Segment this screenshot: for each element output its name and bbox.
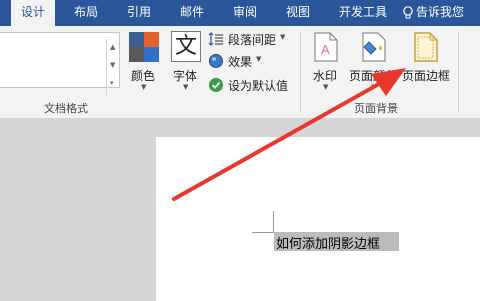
effects-icon <box>209 54 223 68</box>
effects-dropdown-icon: ▼ <box>256 55 262 63</box>
tell-me-text: 告诉我您 <box>416 5 465 19</box>
color-palette-icon <box>129 32 159 62</box>
page-color-icon <box>362 32 386 62</box>
watermark-icon: A <box>314 32 338 62</box>
watermark-button[interactable]: A 水印 ▼ <box>308 30 344 96</box>
lightbulb-icon <box>403 6 413 19</box>
svg-text:A: A <box>321 42 330 57</box>
gallery-up-icon[interactable]: ▲ <box>110 43 115 51</box>
tab-developer[interactable]: 开发工具 <box>330 0 396 26</box>
style-set-gallery[interactable]: ▲ ▼ ▾ <box>0 32 120 95</box>
ribbon-tab-bar: 设计 布局 引用 邮件 审阅 视图 开发工具 告诉我您 <box>0 0 480 26</box>
tab-view[interactable]: 视图 <box>276 0 320 26</box>
tab-references[interactable]: 引用 <box>117 0 161 26</box>
watermark-label: 水印 <box>313 69 338 83</box>
ribbon-panel: ▲ ▼ ▾ 颜色 ▼ 文 字体 ▼ 段落间距 ▼ 效果 ▼ 设为默认值 文档格式… <box>0 26 480 119</box>
font-icon: 文 <box>171 31 201 62</box>
page-borders-button[interactable]: 页面边框 <box>401 30 453 96</box>
colors-label: 颜色 <box>131 69 156 83</box>
page-color-dropdown-icon: ▼ <box>371 83 377 91</box>
page-borders-label: 页面边框 <box>402 69 451 83</box>
doc-format-group-label: 文档格式 <box>44 102 88 115</box>
baidu-watermark-url: jingyan.baidu.com <box>410 276 480 286</box>
fonts-button[interactable]: 文 字体 ▼ <box>168 30 204 96</box>
page-borders-icon <box>414 32 438 62</box>
paragraph-spacing-icon <box>208 32 223 46</box>
paragraph-spacing-button[interactable]: 段落间距 ▼ <box>208 30 290 48</box>
colors-button[interactable]: 颜色 ▼ <box>126 30 162 96</box>
tell-me-box[interactable]: 告诉我您 <box>403 0 465 26</box>
group-divider <box>300 32 301 112</box>
page-color-button[interactable]: 页面颜色 ▼ <box>348 30 400 96</box>
group-divider-right <box>458 32 459 112</box>
set-as-default-button[interactable]: 设为默认值 <box>208 76 294 94</box>
tab-layout[interactable]: 布局 <box>64 0 108 26</box>
document-text[interactable]: 如何添加阴影边框 <box>276 233 380 252</box>
paragraph-spacing-dropdown-icon: ▼ <box>280 33 286 41</box>
watermark-dropdown-icon: ▼ <box>323 83 329 91</box>
effects-button[interactable]: 效果 ▼ <box>208 52 266 70</box>
page-background-group-label: 页面背景 <box>354 102 398 115</box>
tab-design[interactable]: 设计 <box>11 0 55 26</box>
colors-dropdown-icon: ▼ <box>141 83 147 91</box>
tab-review[interactable]: 审阅 <box>223 0 267 26</box>
gallery-down-icon[interactable]: ▼ <box>110 61 115 69</box>
margin-corner-mark-vertical <box>273 211 274 232</box>
set-as-default-label: 设为默认值 <box>228 79 289 93</box>
gallery-more-icon[interactable]: ▾ <box>110 79 114 87</box>
paragraph-spacing-label: 段落间距 <box>228 33 277 47</box>
checkmark-icon <box>209 78 223 92</box>
page-color-label: 页面颜色 <box>349 69 398 83</box>
tab-mailings[interactable]: 邮件 <box>170 0 214 26</box>
gallery-scrollbar[interactable]: ▲ ▼ ▾ <box>106 39 120 95</box>
effects-label: 效果 <box>228 55 253 69</box>
margin-corner-mark <box>252 232 274 233</box>
fonts-dropdown-icon: ▼ <box>183 83 189 91</box>
baidu-watermark: Bai≋经验 <box>362 255 427 271</box>
fonts-label: 字体 <box>173 69 198 83</box>
